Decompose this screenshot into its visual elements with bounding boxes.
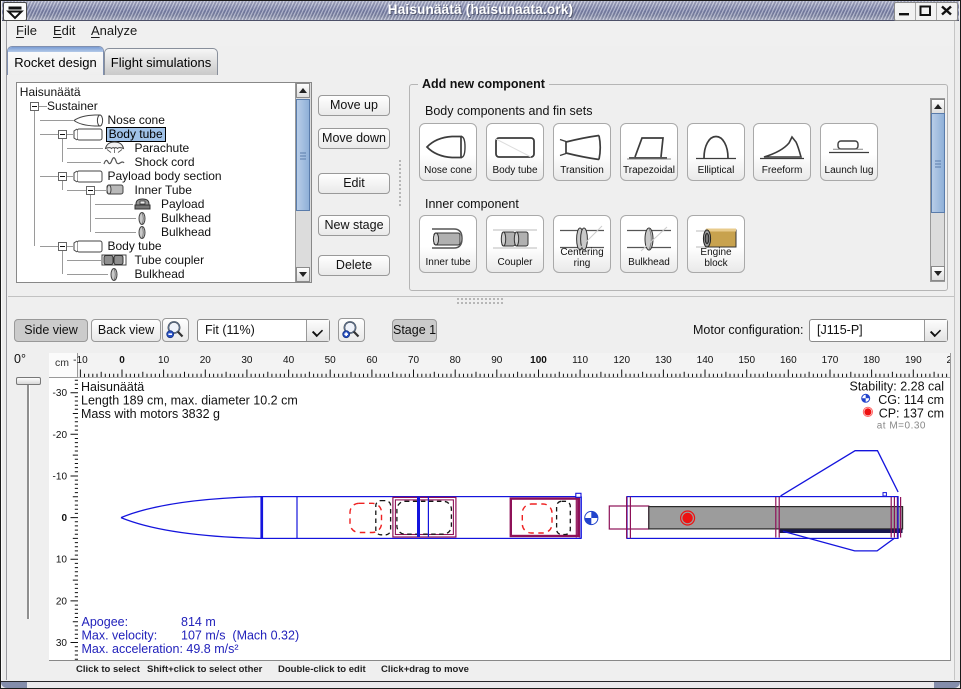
svg-text:Haisunäätä: Haisunäätä: [81, 380, 144, 394]
svg-text:0: 0: [61, 513, 67, 524]
svg-text:10: 10: [56, 555, 68, 566]
svg-text:120: 120: [613, 355, 630, 366]
svg-text:CG: 114 cm: CG: 114 cm: [878, 393, 944, 407]
svg-text:200: 200: [947, 355, 951, 366]
svg-text:at M=0.30: at M=0.30: [877, 421, 926, 432]
svg-text:Stability: 2.28 cal: Stability: 2.28 cal: [850, 380, 945, 394]
svg-text:70: 70: [408, 355, 420, 366]
svg-text:30: 30: [56, 638, 68, 649]
svg-text:190: 190: [905, 355, 922, 366]
svg-text:130: 130: [655, 355, 672, 366]
svg-text:20: 20: [200, 355, 212, 366]
svg-text:-20: -20: [53, 430, 68, 441]
svg-text:814 m: 814 m: [181, 615, 216, 629]
svg-text:50: 50: [325, 355, 337, 366]
svg-text:10: 10: [158, 355, 170, 366]
svg-text:40: 40: [283, 355, 295, 366]
svg-text:20: 20: [56, 596, 68, 607]
svg-text:-10: -10: [53, 472, 68, 483]
svg-text:0: 0: [119, 355, 125, 366]
svg-text:Max. velocity:: Max. velocity:: [82, 629, 158, 643]
svg-text:Apogee:: Apogee:: [82, 615, 129, 629]
svg-text:160: 160: [780, 355, 797, 366]
svg-text:90: 90: [491, 355, 503, 366]
svg-text:Mass with motors 3832 g: Mass with motors 3832 g: [81, 407, 220, 421]
svg-text:110: 110: [572, 355, 588, 366]
svg-text:Length 189 cm, max. diameter 1: Length 189 cm, max. diameter 10.2 cm: [81, 394, 298, 408]
svg-text:-30: -30: [53, 388, 68, 399]
svg-text:CP: 137 cm: CP: 137 cm: [879, 407, 944, 421]
svg-text:Max. acceleration: 49.8 m/s²: Max. acceleration: 49.8 m/s²: [82, 642, 239, 656]
svg-text:-10: -10: [73, 355, 88, 366]
svg-text:60: 60: [366, 355, 378, 366]
svg-text:107 m/s (Mach 0.32): 107 m/s (Mach 0.32): [181, 629, 299, 643]
svg-text:140: 140: [697, 355, 714, 366]
svg-text:180: 180: [863, 355, 880, 366]
svg-text:30: 30: [241, 355, 253, 366]
svg-text:80: 80: [450, 355, 462, 366]
svg-text:150: 150: [738, 355, 755, 366]
svg-text:170: 170: [822, 355, 839, 366]
svg-text:100: 100: [530, 355, 547, 366]
